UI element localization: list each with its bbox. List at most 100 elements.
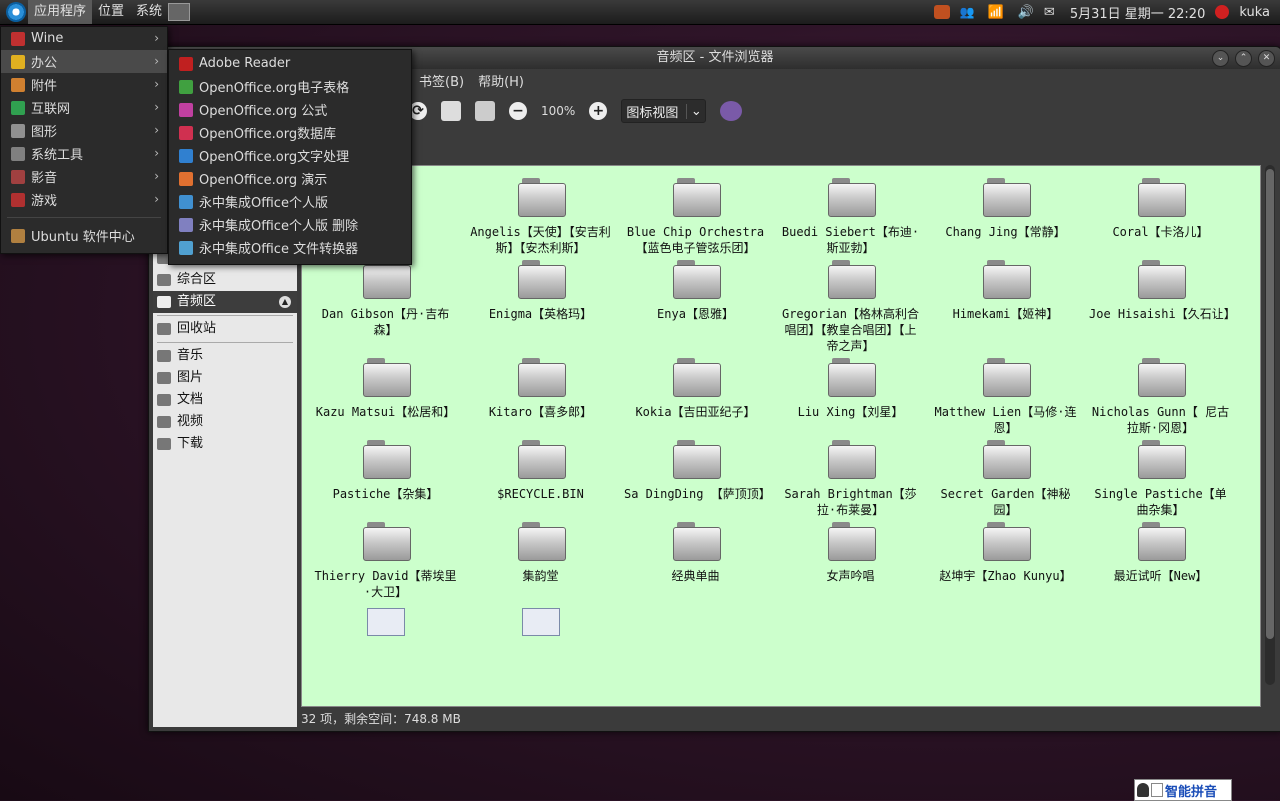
folder-item[interactable]: Sarah Brightman【莎拉·布莱曼】 [773,440,928,518]
folder-item[interactable]: Kazu Matsui【松居和】 [308,358,463,436]
user-status-icon[interactable] [1215,5,1230,19]
folder-item[interactable]: Himekami【姬神】 [928,260,1083,354]
adobe-reader-icon [179,56,193,71]
submenu-item[interactable]: OpenOffice.org文字处理 [169,144,411,167]
folder-item[interactable]: Kokia【吉田亚纪子】 [618,358,773,436]
folder-item[interactable]: Secret Garden【神秘园】 [928,440,1083,518]
mail-icon[interactable]: ✉ [1044,5,1060,20]
folder-item[interactable]: Buedi Siebert【布迪·斯亚勃】 [773,178,928,256]
folder-item[interactable]: Nicholas Gunn【 尼古拉斯·冈恩】 [1083,358,1238,436]
user-name[interactable]: kuka [1239,5,1270,20]
folder-item[interactable]: 经典单曲 [618,522,773,600]
places-menu[interactable]: 位置 [92,0,130,24]
folder-item[interactable]: Dan Gibson【丹·吉布森】 [308,260,463,354]
folder-icon [517,522,566,561]
applications-menu[interactable]: 应用程序 [28,0,93,24]
sidebar-item[interactable]: 下载 [153,433,297,455]
internet-icon [11,100,25,115]
folder-item[interactable]: Sa DingDing 【萨顶顶】 [618,440,773,518]
folder-item[interactable]: Matthew Lien【马修·连恩】 [928,358,1083,436]
scrollbar-thumb[interactable] [1266,169,1274,639]
document-item[interactable] [308,604,463,636]
users-icon[interactable]: 👥 [960,5,978,19]
folder-item[interactable]: Coral【卡洛儿】 [1083,178,1238,256]
sidebar-item[interactable]: 音乐 [153,345,297,367]
folder-item[interactable]: Joe Hisaishi【久石让】 [1083,260,1238,354]
menu-item[interactable]: 游戏 › [1,188,167,211]
sidebar-item[interactable]: 文档 [153,389,297,411]
folder-icon [362,522,411,561]
folder-icon [1137,178,1186,217]
maximize-button[interactable]: ⌃ [1235,50,1252,67]
menu-item[interactable]: Wine › [1,27,167,50]
folder-item[interactable]: Gregorian【格林高利合唱团】【教皇合唱团】【上帝之声】 [773,260,928,354]
folder-item[interactable]: Pastiche【杂集】 [308,440,463,518]
menu-item[interactable]: 办公 › [1,50,167,73]
zoom-out-icon[interactable]: − [509,102,527,120]
folder-item[interactable]: Kitaro【喜多郎】 [463,358,618,436]
eject-icon[interactable]: ▲ [279,296,291,308]
menu-item-software-center[interactable]: Ubuntu 软件中心 [1,224,167,247]
menu-item[interactable]: 影音 › [1,165,167,188]
menu-help[interactable]: 帮助(H) [478,71,524,90]
wifi-icon[interactable]: 📶 [988,5,1008,20]
folder-item[interactable]: Thierry David【蒂埃里·大卫】 [308,522,463,600]
folder-icon [1137,358,1186,397]
submenu-item[interactable]: 永中集成Office 文件转换器 [169,236,411,259]
folder-item[interactable]: Single Pastiche【单曲杂集】 [1083,440,1238,518]
folder-icon [1137,522,1186,561]
menu-bookmarks[interactable]: 书签(B) [419,71,464,90]
submenu-item[interactable]: Adobe Reader [169,52,411,75]
folder-item[interactable]: 女声吟唱 [773,522,928,600]
folder-icon [982,522,1031,561]
menu-item[interactable]: 系统工具 › [1,142,167,165]
system-menu[interactable]: 系统 [130,0,168,24]
view-mode-select[interactable]: 图标视图 ⌄ [621,99,707,123]
folder-item[interactable]: Chang Jing【常静】 [928,178,1083,256]
sidebar-item[interactable]: 视频 [153,411,297,433]
menu-item[interactable]: 互联网 › [1,96,167,119]
app-indicator-icon[interactable] [933,5,950,19]
sidebar-item[interactable]: 图片 [153,367,297,389]
clock[interactable]: 5月31日 星期一 22:20 [1070,3,1206,22]
folder-item[interactable]: Liu Xing【刘星】 [773,358,928,436]
submenu-item[interactable]: OpenOffice.org 演示 [169,167,411,190]
menu-separator [7,217,161,218]
menu-item[interactable]: 图形 › [1,119,167,142]
folder-item[interactable]: 赵坤宇【Zhao Kunyu】 [928,522,1083,600]
folder-item[interactable]: $RECYCLE.BIN [463,440,618,518]
vertical-scrollbar[interactable] [1265,165,1275,685]
folder-item[interactable]: Enigma【英格玛】 [463,260,618,354]
volume-icon[interactable]: 🔊 [1018,5,1034,20]
terminal-launcher-icon[interactable] [168,3,191,21]
home-icon[interactable] [441,101,461,121]
folder-item[interactable]: Enya【恩雅】 [618,260,773,354]
eio-uninstall-icon [179,217,193,232]
software-center-icon [11,228,25,243]
search-icon[interactable] [720,101,743,121]
submenu-item[interactable]: 永中集成Office个人版 删除 [169,213,411,236]
folder-item[interactable]: 最近试听【New】 [1083,522,1238,600]
folder-item[interactable]: Angelis【天使】【安吉利斯】【安杰利斯】 [463,178,618,256]
computer-icon[interactable] [475,101,495,121]
folder-label: 赵坤宇【Zhao Kunyu】 [939,569,1072,583]
icon-view[interactable]: 【蜻Angelis【天使】【安吉利斯】【安杰利斯】Blue Chip Orche… [301,165,1261,707]
minimize-button[interactable]: ⌄ [1212,50,1229,67]
wine-icon [11,31,25,46]
submenu-item[interactable]: OpenOffice.org电子表格 [169,75,411,98]
sidebar-item[interactable]: 回收站 [153,318,297,340]
input-method-indicator[interactable]: 智能拼音 [1134,779,1232,801]
chevron-right-icon: › [154,169,159,183]
submenu-item[interactable]: OpenOffice.org 公式 [169,98,411,121]
submenu-item[interactable]: OpenOffice.org数据库 [169,121,411,144]
menu-item[interactable]: 附件 › [1,73,167,96]
submenu-item[interactable]: 永中集成Office个人版 [169,190,411,213]
close-button[interactable]: ✕ [1258,50,1275,67]
sidebar-item[interactable]: 综合区 [153,269,297,291]
folder-item[interactable]: 集韵堂 [463,522,618,600]
ubuntu-logo-icon[interactable] [6,2,26,22]
sidebar-item[interactable]: 音频区 ▲ [153,291,297,313]
document-item[interactable] [463,604,618,636]
zoom-in-icon[interactable]: + [589,102,608,120]
folder-item[interactable]: Blue Chip Orchestra【蓝色电子管弦乐团】 [618,178,773,256]
